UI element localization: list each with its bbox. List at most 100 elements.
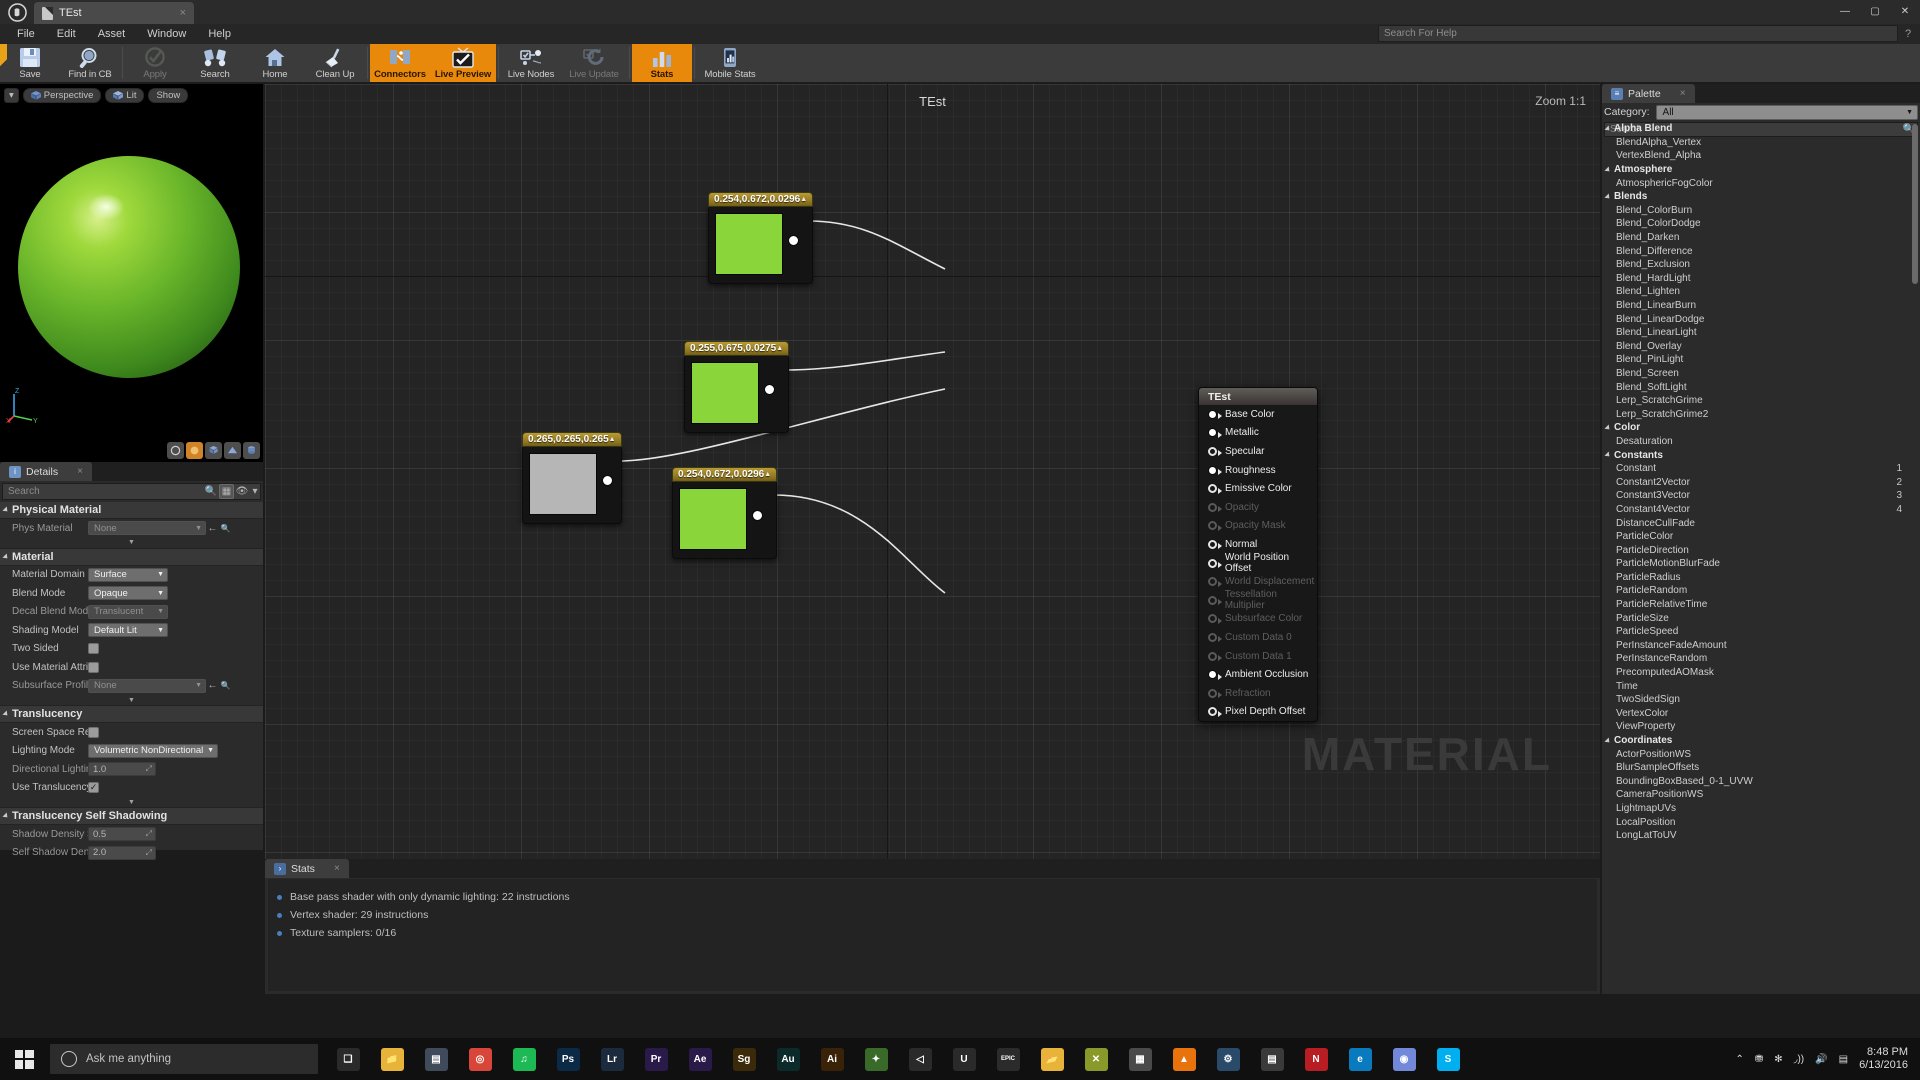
netflix-icon[interactable]: N bbox=[1294, 1038, 1338, 1080]
palette-item[interactable]: DistanceCullFade bbox=[1604, 516, 1918, 530]
details-checkbox[interactable]: ✓ bbox=[88, 782, 99, 793]
premiere-icon[interactable]: Pr bbox=[634, 1038, 678, 1080]
tab-stats[interactable]: › Stats × bbox=[265, 859, 349, 878]
palette-category-header[interactable]: Color bbox=[1604, 421, 1918, 435]
palette-item[interactable]: ParticleSpeed bbox=[1604, 625, 1918, 639]
menu-item-help[interactable]: Help bbox=[197, 26, 242, 42]
palette-item[interactable]: BlendAlpha_Vertex bbox=[1604, 136, 1918, 150]
network-share-icon[interactable]: ⛃ bbox=[1755, 1054, 1763, 1065]
toolbar-button-live-nodes[interactable]: Live Nodes bbox=[501, 44, 561, 82]
tray-chevron-icon[interactable]: ⌃ bbox=[1735, 1054, 1743, 1065]
palette-category-header[interactable]: Blends bbox=[1604, 190, 1918, 204]
spinner-icon[interactable]: ⤢ bbox=[146, 764, 152, 774]
pin-connector-icon[interactable] bbox=[1208, 484, 1219, 493]
palette-item[interactable]: AtmosphericFogColor bbox=[1604, 176, 1918, 190]
toolbar-button-mobile-stats[interactable]: Mobile Stats bbox=[697, 44, 763, 82]
palette-item[interactable]: ParticleRadius bbox=[1604, 571, 1918, 585]
palette-item-list[interactable]: Alpha BlendBlendAlpha_VertexVertexBlend_… bbox=[1604, 122, 1918, 992]
details-dropdown[interactable]: None▼ bbox=[88, 679, 206, 693]
menu-item-file[interactable]: File bbox=[6, 26, 46, 42]
pin-connector-icon[interactable] bbox=[1208, 447, 1219, 456]
task-view-icon[interactable]: ❏ bbox=[326, 1038, 370, 1080]
palette-item[interactable]: LocalPosition bbox=[1604, 815, 1918, 829]
aftereffects-icon[interactable]: Ae bbox=[678, 1038, 722, 1080]
toolbar-button-clean-up[interactable]: Clean Up bbox=[305, 44, 365, 82]
palette-item[interactable]: Lerp_ScratchGrime bbox=[1604, 394, 1918, 408]
palette-item[interactable]: Blend_HardLight bbox=[1604, 272, 1918, 286]
toolbar-button-search[interactable]: Search bbox=[185, 44, 245, 82]
details-dropdown[interactable]: Volumetric NonDirectional▼ bbox=[88, 744, 218, 758]
palette-item[interactable]: ParticleMotionBlurFade bbox=[1604, 557, 1918, 571]
palette-item[interactable]: Blend_ColorDodge bbox=[1604, 217, 1918, 231]
chevron-down-icon[interactable]: ▾ bbox=[250, 484, 260, 499]
pin-connector-icon[interactable] bbox=[1208, 559, 1219, 568]
unreal-icon[interactable]: U bbox=[942, 1038, 986, 1080]
tab-palette[interactable]: ≡ Palette × bbox=[1602, 84, 1695, 103]
collapse-triangle-icon[interactable]: ▲ bbox=[776, 345, 783, 352]
pin-connector-icon[interactable] bbox=[1208, 428, 1219, 437]
section-expander[interactable]: ▼ bbox=[0, 797, 263, 808]
details-search-input[interactable]: Search 🔍 ▦ 👁 ▾ bbox=[2, 483, 261, 500]
pin-connector-icon[interactable] bbox=[1208, 540, 1219, 549]
help-question-icon[interactable]: ? bbox=[1900, 25, 1916, 42]
details-section-header[interactable]: Material bbox=[0, 549, 263, 566]
details-checkbox[interactable] bbox=[88, 662, 99, 673]
menu-item-edit[interactable]: Edit bbox=[46, 26, 87, 42]
toolbar-button-apply[interactable]: Apply bbox=[125, 44, 185, 82]
details-section-header[interactable]: Translucency bbox=[0, 706, 263, 723]
material-preview-viewport[interactable]: ▾ Perspective Lit Show Z Y X bbox=[0, 84, 263, 462]
material-pin-row[interactable]: Ambient Occlusion bbox=[1199, 665, 1317, 684]
node-output-pin[interactable] bbox=[602, 475, 613, 486]
details-dropdown[interactable]: Translucent▼ bbox=[88, 605, 168, 619]
color-swatch[interactable] bbox=[691, 362, 759, 424]
material-pin-row[interactable]: Normal bbox=[1199, 535, 1317, 554]
maximize-button[interactable]: ▢ bbox=[1860, 0, 1890, 22]
skype-icon[interactable]: S bbox=[1426, 1038, 1470, 1080]
palette-item[interactable]: VertexColor bbox=[1604, 707, 1918, 721]
viewport-options-button[interactable]: ▾ bbox=[4, 88, 19, 103]
pin-connector-icon[interactable] bbox=[1208, 410, 1219, 419]
palette-category-header[interactable]: Atmosphere bbox=[1604, 163, 1918, 177]
details-tab-close-icon[interactable]: × bbox=[77, 466, 83, 477]
action-center-icon[interactable]: ▤ bbox=[1839, 1054, 1848, 1065]
constant-node[interactable]: 0.255,0.675,0.0275▲ bbox=[684, 341, 789, 433]
document-tab-close-icon[interactable]: × bbox=[180, 7, 186, 19]
store-icon[interactable]: ▤ bbox=[414, 1038, 458, 1080]
viewport-perspective-button[interactable]: Perspective bbox=[23, 88, 102, 103]
windows-start-icon[interactable] bbox=[0, 1038, 48, 1080]
preview-plane-shape-icon[interactable] bbox=[224, 442, 241, 459]
palette-category-header[interactable]: Alpha Blend bbox=[1604, 122, 1918, 136]
grid-view-icon[interactable]: ▦ bbox=[219, 484, 234, 499]
material-output-node[interactable]: TEst Base ColorMetallicSpecularRoughness… bbox=[1198, 387, 1318, 722]
palette-item[interactable]: Time bbox=[1604, 679, 1918, 693]
palette-item[interactable]: Blend_Lighten bbox=[1604, 285, 1918, 299]
palette-item[interactable]: LongLatToUV bbox=[1604, 829, 1918, 843]
node-output-pin[interactable] bbox=[752, 510, 763, 521]
palette-item[interactable]: PerInstanceRandom bbox=[1604, 652, 1918, 666]
help-search-input[interactable]: Search For Help bbox=[1378, 25, 1898, 42]
palette-item[interactable]: ParticleDirection bbox=[1604, 543, 1918, 557]
details-dropdown[interactable]: Opaque▼ bbox=[88, 586, 168, 600]
preview-sphere-shape-icon[interactable] bbox=[186, 442, 203, 459]
palette-item[interactable]: Blend_SoftLight bbox=[1604, 380, 1918, 394]
details-section-header[interactable]: Translucency Self Shadowing bbox=[0, 808, 263, 825]
palette-item[interactable]: ActorPositionWS bbox=[1604, 747, 1918, 761]
close-button[interactable]: ✕ bbox=[1890, 0, 1920, 22]
material-pin-row[interactable]: Base Color bbox=[1199, 405, 1317, 424]
details-section-header[interactable]: Physical Material bbox=[0, 502, 263, 519]
reset-arrow-icon[interactable]: ← bbox=[206, 680, 219, 691]
pin-connector-icon[interactable] bbox=[1208, 466, 1219, 475]
constant-node[interactable]: 0.254,0.672,0.0296▲ bbox=[708, 192, 813, 284]
palette-category-dropdown[interactable]: All ▼ bbox=[1656, 105, 1918, 120]
palette-category-header[interactable]: Constants bbox=[1604, 448, 1918, 462]
stats-tab-close-icon[interactable]: × bbox=[334, 863, 340, 874]
collapse-triangle-icon[interactable]: ▲ bbox=[609, 436, 616, 443]
explorer2-icon[interactable]: 📂 bbox=[1030, 1038, 1074, 1080]
palette-item[interactable]: VertexBlend_Alpha bbox=[1604, 149, 1918, 163]
section-expander[interactable]: ▼ bbox=[0, 538, 263, 549]
color-swatch[interactable] bbox=[679, 488, 747, 550]
notepad-icon[interactable]: ▤ bbox=[1250, 1038, 1294, 1080]
menu-item-asset[interactable]: Asset bbox=[87, 26, 137, 42]
material-graph-canvas[interactable]: TEst Zoom 1:1 MATERIAL 0.254,0.672,0.029… bbox=[265, 84, 1600, 859]
palette-item[interactable]: Constant3Vector3 bbox=[1604, 489, 1918, 503]
